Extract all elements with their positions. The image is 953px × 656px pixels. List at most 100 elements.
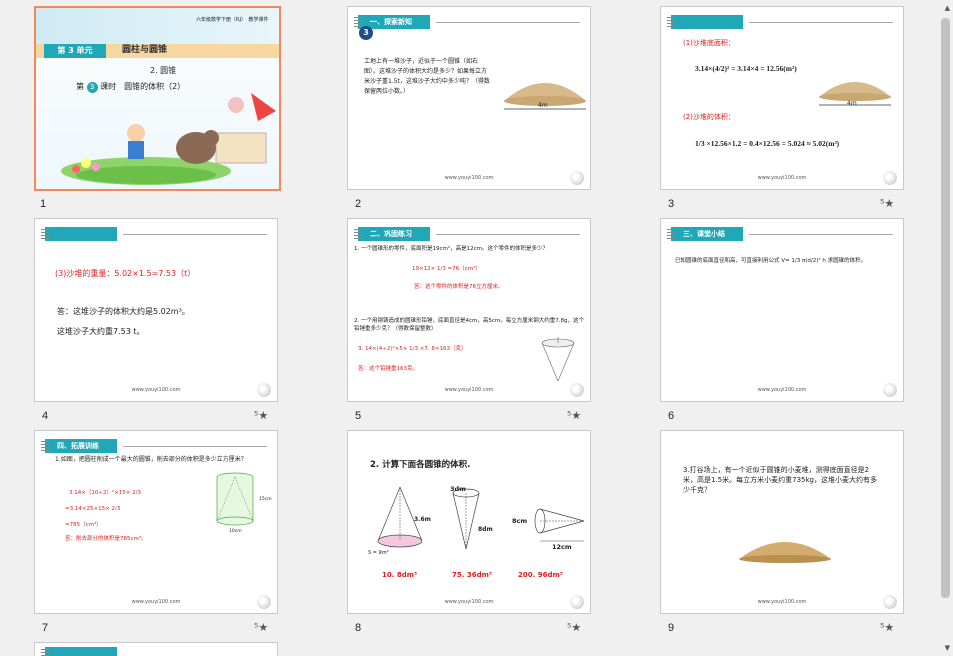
wheat-pile-image — [739, 542, 831, 563]
slide1-header: 六年级数学下册（RJ） 教学课件 — [196, 17, 269, 23]
slide3-dim-label: 4m — [847, 100, 857, 107]
slide-thumbnail-6[interactable]: 三、课堂小结 已知圆锥的底面直径和高，可直接利用公式 V= 1/3 π(d/2)… — [660, 218, 904, 402]
slide-number-9: 9 — [668, 622, 675, 634]
slide-thumbnail-10[interactable] — [34, 642, 278, 656]
plumb-bob-cone — [541, 337, 575, 382]
slide-number-4: 4 — [42, 410, 49, 422]
slide3-footer: www.youyi100.com — [757, 175, 807, 181]
slide1-sub: 2. 圆锥 — [150, 66, 177, 75]
slide6-banner: 三、课堂小结 — [667, 227, 743, 241]
slide3-banner — [667, 15, 743, 29]
corner-logo — [570, 595, 584, 609]
divider — [749, 234, 893, 235]
vertical-scrollbar[interactable]: ▲ ▼ — [938, 0, 953, 656]
slide3-eq1: 3.14×(4/2)² = 3.14×4 = 12.56(m²) — [695, 64, 797, 73]
animation-star-icon[interactable]: ⁵★ — [254, 621, 268, 634]
slide3-q1: (1)沙堆底面积： — [683, 39, 735, 47]
slide7-calc-2: =3.14×25×15× 2/3 — [65, 506, 121, 512]
slide8-answer-1: 10. 8dm³ — [382, 571, 418, 579]
slide5-banner: 二、巩固练习 — [354, 227, 430, 241]
slide4-footer: www.youyi100.com — [131, 387, 181, 393]
slide8-label-3: 3dm — [450, 485, 466, 493]
slide-number-2: 2 — [355, 198, 362, 210]
slide9-footer: www.youyi100.com — [757, 599, 807, 605]
corner-logo — [257, 595, 271, 609]
slide4-q3: (3)沙堆的重量：5.02×1.5=7.53（t） — [55, 269, 196, 278]
slide1-lesson: 第 3 课时 圆锥的体积（2） — [76, 82, 186, 93]
slide8-footer: www.youyi100.com — [444, 599, 494, 605]
slide3-q2: (2)沙堆的体积： — [683, 113, 735, 121]
slide6-body: 已知圆锥的底面直径和高，可直接利用公式 V= 1/3 π(d/2)² h 求圆锥… — [675, 258, 867, 264]
divider — [749, 22, 893, 23]
slide8-answer-3: 200. 96dm³ — [518, 571, 563, 579]
corner-logo — [257, 383, 271, 397]
divider — [123, 446, 267, 447]
slide10-banner — [41, 647, 117, 656]
slide1-unit-title: 圆柱与圆锥 — [122, 45, 168, 55]
slide4-answer-2: 这堆沙子大约重7.53 t。 — [57, 327, 145, 336]
animation-star-icon[interactable]: ⁵★ — [254, 409, 268, 422]
slide5-problem-1: 1. 一个圆锥形的零件，底面积是19cm²，高是12cm。这个零件的体积是多少？ — [354, 246, 548, 252]
slide-number-7: 7 — [42, 622, 49, 634]
slide8-label-2: S = 9m² — [368, 550, 389, 556]
cone-diagrams — [377, 486, 585, 550]
slide1-illustration — [61, 93, 276, 185]
slide7-banner: 四、拓展训练 — [41, 439, 117, 453]
animation-star-icon[interactable]: ⁵★ — [567, 621, 581, 634]
animation-star-icon[interactable]: ⁵★ — [567, 409, 581, 422]
slide-thumbnail-8[interactable]: 2. 计算下面各圆锥的体积. 3.6m S = 9m² 3dm 8dm 8cm … — [347, 430, 591, 614]
animation-star-icon[interactable]: ⁵★ — [880, 197, 894, 210]
animation-star-icon[interactable]: ⁵★ — [880, 621, 894, 634]
scroll-down-arrow-icon[interactable]: ▼ — [945, 644, 950, 652]
slide2-body: 工地上有一堆沙子，近似于一个圆锥（如右图）。这堆沙子的体积大约是多少？如果每立方… — [364, 58, 490, 95]
slide-thumbnail-5[interactable]: 二、巩固练习 1. 一个圆锥形的零件，底面积是19cm²，高是12cm。这个零件… — [347, 218, 591, 402]
slide8-label-5: 8cm — [512, 517, 528, 525]
slide-sorter-grid: 六年级数学下册（RJ） 教学课件 第 3 单元 圆柱与圆锥 2. 圆锥 第 3 … — [0, 0, 938, 656]
slide8-label-1: 3.6m — [414, 516, 431, 523]
slide5-calc-2: 3. 14×(4÷2)²×5× 1/3 ×7. 8≈163（克） — [358, 346, 467, 352]
slide9-body: 3.打谷场上，有一个近似于圆锥的小麦堆，测得底面直径是2米，高是1.5米。每立方… — [683, 466, 877, 494]
slide7-dim-diameter: 10cm — [229, 529, 242, 534]
slide8-label-6: 12cm — [552, 543, 572, 551]
slide3-eq2: 1/3 ×12.56×1.2 = 0.4×12.56 = 5.024 ≈ 5.0… — [695, 139, 840, 148]
slide7-footer: www.youyi100.com — [131, 599, 181, 605]
divider — [123, 234, 267, 235]
slide-thumbnail-3[interactable]: (1)沙堆底面积： 3.14×(4/2)² = 3.14×4 = 12.56(m… — [660, 6, 904, 190]
corner-logo — [883, 171, 897, 185]
corner-logo — [570, 383, 584, 397]
slide2-circle-number: 3 — [359, 26, 373, 40]
scroll-up-arrow-icon[interactable]: ▲ — [945, 4, 950, 12]
slide1-unit-badge: 第 3 单元 — [44, 44, 106, 58]
lesson-number-badge: 3 — [86, 82, 98, 93]
divider — [436, 234, 580, 235]
slide-number-1: 1 — [40, 198, 47, 210]
cylinder-cone-diagram — [216, 472, 254, 526]
slide2-dim-label: 4m — [538, 102, 548, 109]
slide-number-6: 6 — [668, 410, 675, 422]
corner-logo — [883, 595, 897, 609]
slide2-footer: www.youyi100.com — [444, 175, 494, 181]
slide5-answer-2: 答：这个铅锤重163克。 — [358, 366, 418, 372]
slide-number-8: 8 — [355, 622, 362, 634]
slide-thumbnail-9[interactable]: 3.打谷场上，有一个近似于圆锥的小麦堆，测得底面直径是2米，高是1.5米。每立方… — [660, 430, 904, 614]
slide7-calc-3: =785（cm³） — [65, 522, 102, 528]
slide7-calc-1: 3.14×（10÷2）²×15× 2/3 — [69, 490, 141, 496]
slide-thumbnail-4[interactable]: (3)沙堆的重量：5.02×1.5=7.53（t） 答：这堆沙子的体积大约是5.… — [34, 218, 278, 402]
slide5-calc-1: 19×12× 1/3 =76（cm³） — [412, 266, 481, 272]
slide8-label-4: 8dm — [478, 526, 493, 533]
slide5-footer: www.youyi100.com — [444, 387, 494, 393]
slide7-question: 1.如图，把圆柱削成一个最大的圆锥，削去部分的体积是多少立方厘米？ — [55, 456, 247, 463]
slide6-footer: www.youyi100.com — [757, 387, 807, 393]
slide-thumbnail-7[interactable]: 四、拓展训练 1.如图，把圆柱削成一个最大的圆锥，削去部分的体积是多少立方厘米？… — [34, 430, 278, 614]
slide-thumbnail-1[interactable]: 六年级数学下册（RJ） 教学课件 第 3 单元 圆柱与圆锥 2. 圆锥 第 3 … — [34, 6, 281, 191]
slide5-problem-2: 2. 一个用钢铸造成的圆锥形铅锤，底面直径是4cm，高5cm。每立方厘米钢大约重… — [354, 318, 584, 332]
slide5-answer-1: 答：这个零件的体积是76立方厘米。 — [414, 284, 504, 290]
corner-logo — [883, 383, 897, 397]
divider — [436, 22, 580, 23]
corner-logo — [570, 171, 584, 185]
slide7-dim-height: 15cm — [259, 497, 272, 502]
scroll-thumb[interactable] — [941, 18, 950, 598]
slide-thumbnail-2[interactable]: 一、探索新知 3 工地上有一堆沙子，近似于一个圆锥（如右图）。这堆沙子的体积大约… — [347, 6, 591, 190]
slide7-answer: 答：削去部分的体积是785cm³。 — [65, 536, 147, 542]
slide8-title: 2. 计算下面各圆锥的体积. — [370, 460, 471, 470]
